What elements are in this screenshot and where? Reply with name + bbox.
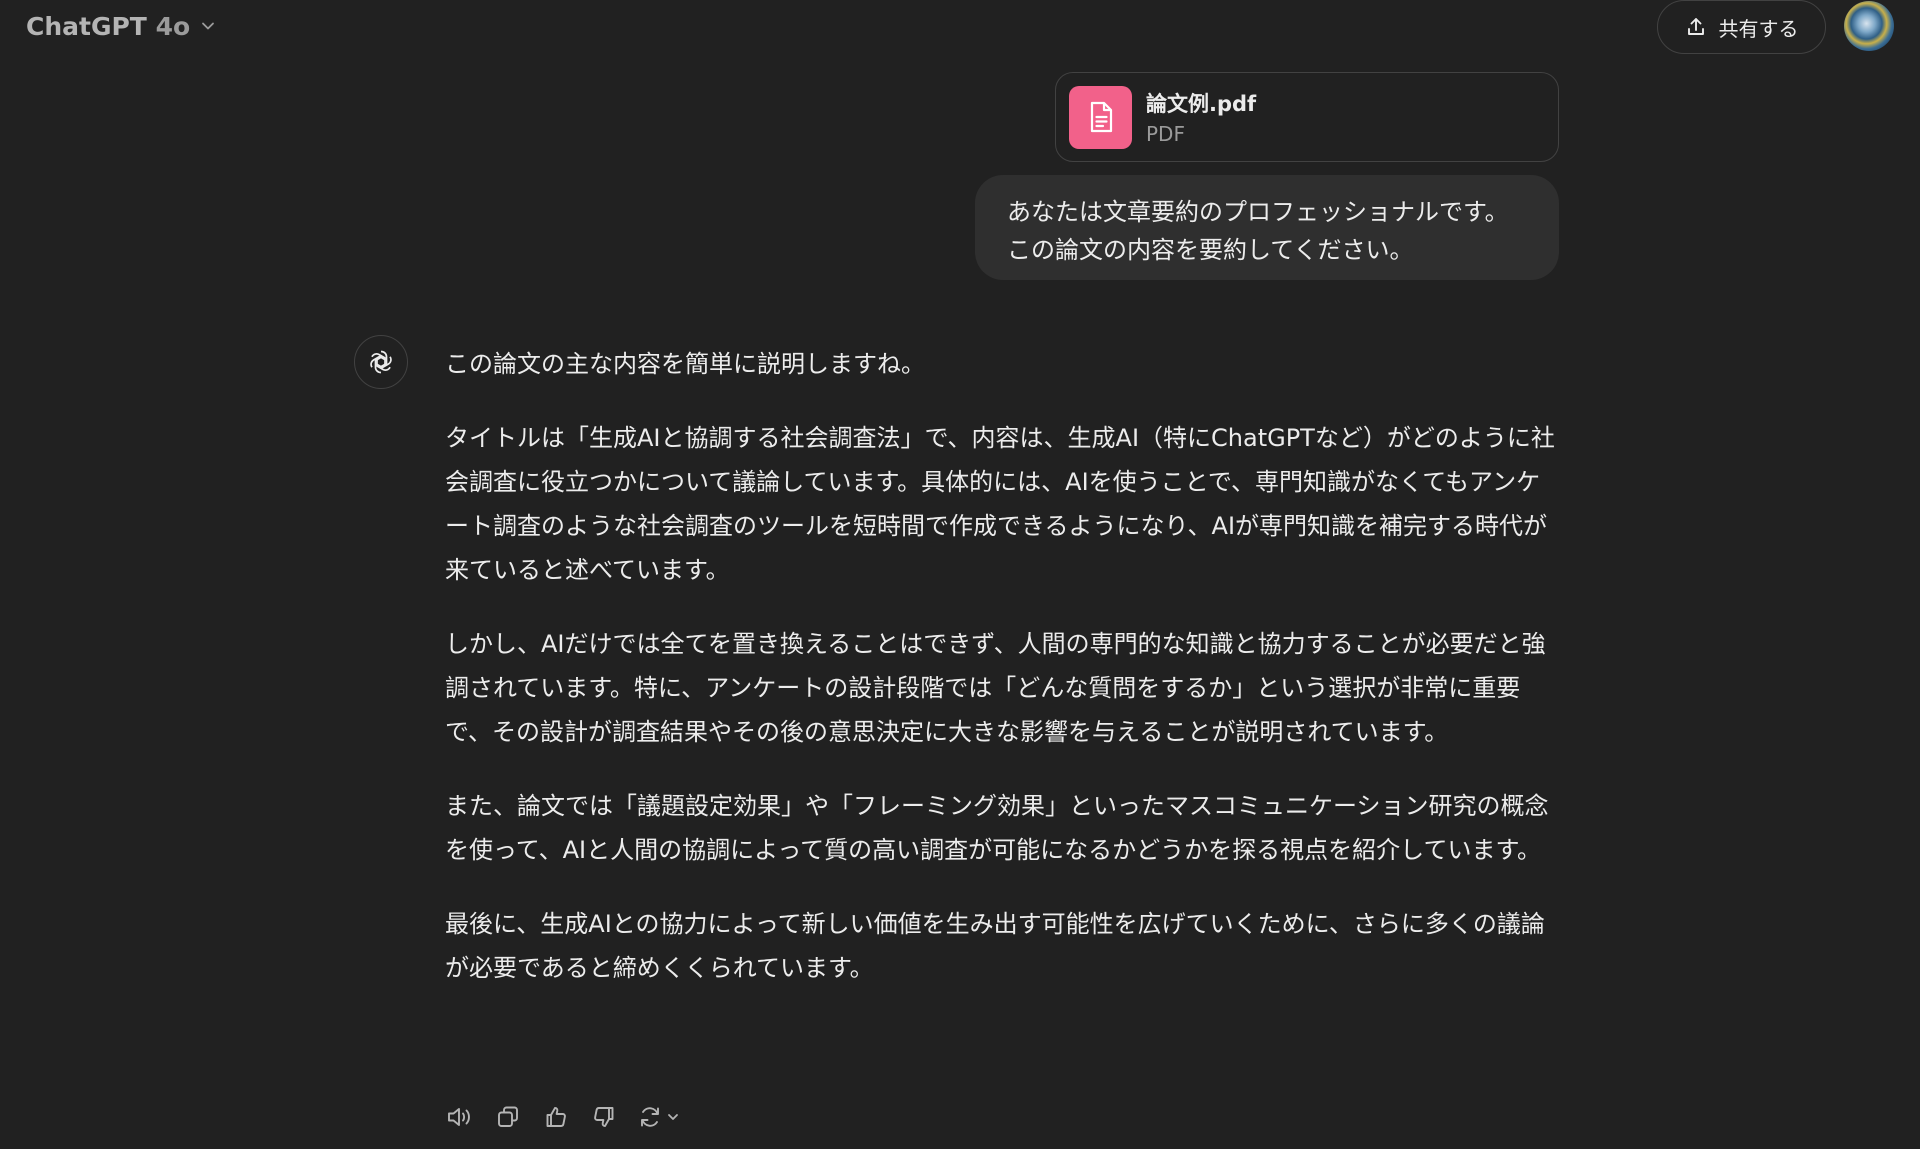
chevron-down-icon — [198, 16, 218, 36]
assistant-paragraph: タイトルは「生成AIと協調する社会調査法」で、内容は、生成AI（特にChatGP… — [445, 424, 1555, 584]
file-meta: 論文例.pdf PDF — [1146, 88, 1256, 146]
copy-icon — [495, 1104, 521, 1130]
assistant-paragraph: 最後に、生成AIとの協力によって新しい価値を生み出す可能性を広げていくために、さ… — [445, 910, 1545, 982]
bad-response-button[interactable] — [589, 1102, 619, 1132]
user-message-line: この論文の内容を要約してください。 — [1007, 236, 1414, 264]
upload-icon — [1685, 16, 1707, 38]
regenerate-button[interactable] — [637, 1104, 681, 1130]
read-aloud-button[interactable] — [445, 1102, 475, 1132]
message-actions — [445, 1100, 681, 1134]
attachment-card[interactable]: 論文例.pdf PDF — [1055, 72, 1559, 162]
assistant-avatar — [354, 335, 408, 389]
assistant-paragraph: この論文の主な内容を簡単に説明しますね。 — [445, 350, 925, 378]
regenerate-icon — [637, 1104, 663, 1130]
user-message: あなたは文章要約のプロフェッショナルです。 この論文の内容を要約してください。 — [975, 175, 1559, 280]
user-message-line: あなたは文章要約のプロフェッショナルです。 — [1007, 198, 1509, 226]
openai-logo-icon — [366, 347, 396, 377]
assistant-message: この論文の主な内容を簡単に説明しますね。 タイトルは「生成AIと協調する社会調査… — [445, 342, 1560, 1020]
assistant-paragraph: しかし、AIだけでは全てを置き換えることはできず、人間の専門的な知識と協力するこ… — [445, 630, 1546, 746]
thumbs-down-icon — [591, 1104, 617, 1130]
share-label: 共有する — [1718, 16, 1799, 41]
user-avatar[interactable] — [1844, 1, 1894, 51]
file-type: PDF — [1146, 122, 1185, 146]
model-selector[interactable]: ChatGPT 4o — [14, 6, 230, 46]
share-button[interactable]: 共有する — [1657, 0, 1826, 54]
model-name: ChatGPT 4o — [26, 11, 191, 41]
top-bar: ChatGPT 4o 共有する — [0, 0, 1920, 54]
read-aloud-icon — [446, 1104, 474, 1130]
good-response-button[interactable] — [541, 1102, 571, 1132]
document-icon — [1069, 85, 1132, 149]
assistant-paragraph: また、論文では「議題設定効果」や「フレーミング効果」といったマスコミュニケーショ… — [445, 792, 1549, 864]
copy-button[interactable] — [493, 1102, 523, 1132]
file-name: 論文例.pdf — [1146, 92, 1257, 116]
chevron-down-icon — [665, 1109, 681, 1125]
thumbs-up-icon — [543, 1104, 569, 1130]
